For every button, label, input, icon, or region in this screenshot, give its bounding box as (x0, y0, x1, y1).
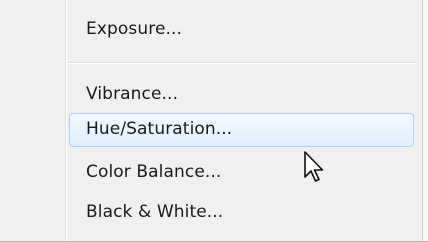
menu-item-label: Exposure... (86, 19, 183, 39)
menu-item-color-balance[interactable]: Color Balance... (69, 156, 414, 190)
icon-gutter-divider-highlight (66, 0, 67, 241)
menu-right-edge (422, 0, 428, 241)
menu-item-black-white[interactable]: Black & White... (69, 196, 414, 230)
menu-item-hue-saturation[interactable]: Hue/Saturation... (69, 113, 414, 147)
menu-item-label: Black & White... (86, 202, 224, 222)
arrow-pointer-icon (304, 151, 324, 182)
menu-separator (67, 62, 417, 64)
adjustments-menu: Exposure... Vibrance... Hue/Saturation..… (0, 0, 428, 242)
menu-item-vibrance[interactable]: Vibrance... (69, 78, 414, 112)
menu-item-label: Vibrance... (86, 84, 179, 104)
menu-item-exposure[interactable]: Exposure... (69, 13, 414, 47)
menu-item-label: Hue/Saturation... (86, 119, 233, 139)
menu-item-label: Color Balance... (86, 162, 222, 182)
